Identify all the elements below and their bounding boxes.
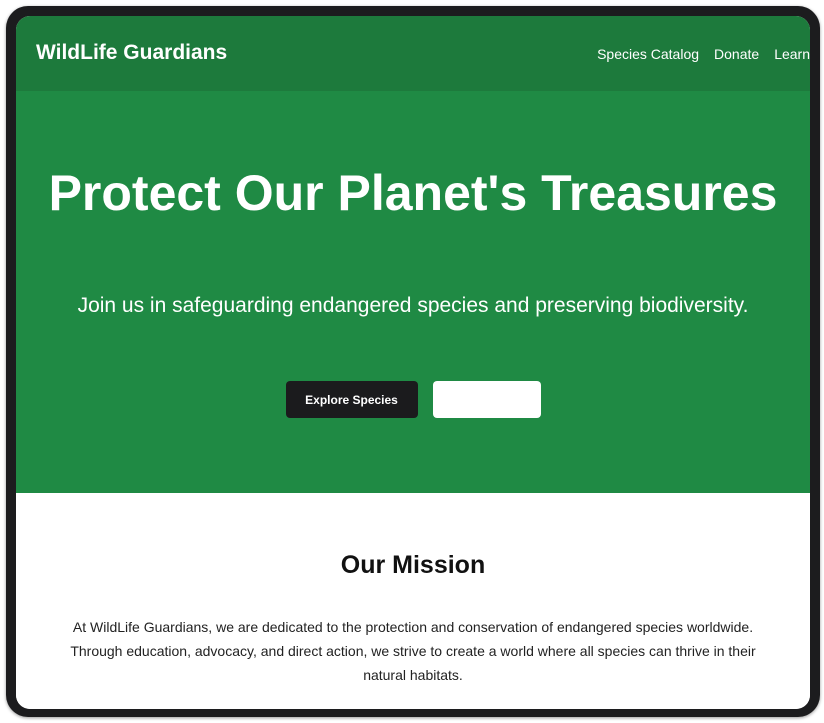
nav-link-species-catalog[interactable]: Species Catalog (597, 46, 699, 62)
hero-section: Protect Our Planet's Treasures Join us i… (16, 91, 810, 493)
nav-links: Species Catalog Donate Learn (597, 46, 810, 62)
secondary-cta-button[interactable] (432, 381, 541, 418)
mission-title: Our Mission (340, 551, 486, 579)
mission-section: Our Mission At WildLife Guardians, we ar… (16, 493, 810, 709)
hero-button-group: Explore Species (16, 381, 810, 418)
explore-species-button[interactable]: Explore Species (285, 381, 418, 418)
nav-link-donate[interactable]: Donate (714, 46, 759, 62)
nav-link-learn[interactable]: Learn (774, 46, 810, 62)
browser-viewport: WildLife Guardians Species Catalog Donat… (16, 16, 810, 709)
hero-title: Protect Our Planet's Treasures (48, 165, 778, 221)
top-navbar: WildLife Guardians Species Catalog Donat… (16, 16, 810, 91)
mission-text: At WildLife Guardians, we are dedicated … (70, 619, 756, 683)
site-brand[interactable]: WildLife Guardians (36, 41, 227, 65)
hero-subtitle: Join us in safeguarding endangered speci… (77, 294, 749, 317)
